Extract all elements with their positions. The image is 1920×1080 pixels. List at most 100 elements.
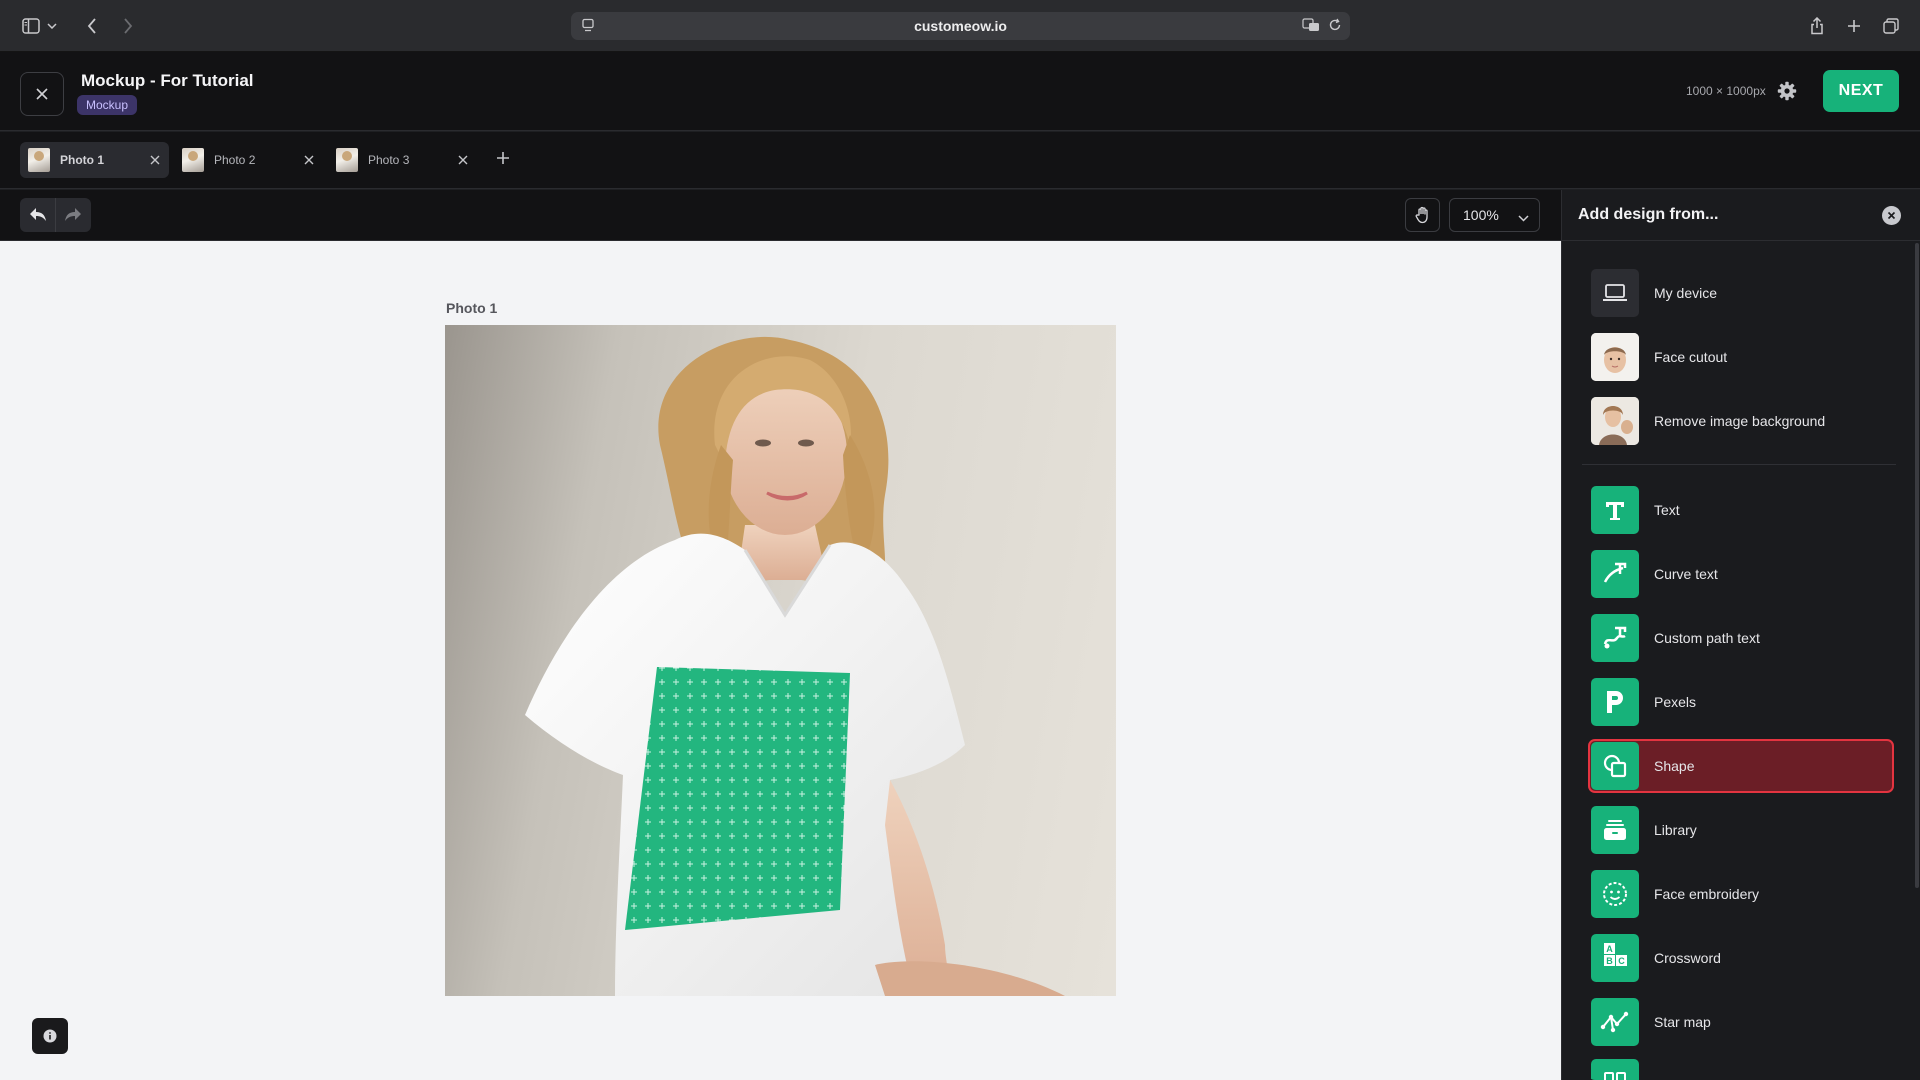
- option-label: Star map: [1654, 1014, 1711, 1030]
- sidebar-toggle-icon[interactable]: [17, 12, 45, 40]
- add-tab-button[interactable]: [496, 151, 510, 170]
- option-curve-text[interactable]: Curve text: [1588, 547, 1894, 601]
- close-icon[interactable]: [149, 153, 161, 171]
- add-design-panel: Add design from... My device Face cutout…: [1561, 190, 1920, 1080]
- curve-text-icon: [1591, 550, 1639, 598]
- panel-title: Add design from...: [1578, 206, 1719, 223]
- new-tab-icon[interactable]: [1840, 12, 1868, 40]
- pexels-icon: [1591, 678, 1639, 726]
- option-remove-background[interactable]: Remove image background: [1588, 394, 1894, 448]
- chevron-down-icon: [1518, 209, 1529, 225]
- url-text: customeow.io: [914, 18, 1007, 34]
- editor-toolbar: 100%: [0, 190, 1561, 241]
- zoom-value: 100%: [1463, 207, 1499, 223]
- tab-thumbnail: [28, 148, 50, 172]
- grid-icon: [1591, 1059, 1639, 1080]
- close-icon: [36, 88, 48, 100]
- tab-label: Photo 1: [60, 153, 104, 167]
- type-badge: Mockup: [77, 95, 138, 115]
- laptop-icon: [1591, 269, 1639, 317]
- crossword-icon: A B C: [1591, 934, 1639, 982]
- path-text-icon: [1591, 614, 1639, 662]
- option-label: Curve text: [1654, 566, 1718, 582]
- option-crossword[interactable]: A B C Crossword: [1588, 931, 1894, 985]
- tab-overview-icon[interactable]: [1877, 12, 1905, 40]
- reload-icon[interactable]: [1328, 18, 1342, 37]
- embroidery-icon: [1591, 870, 1639, 918]
- star-map-icon: [1591, 998, 1639, 1046]
- option-label: Face cutout: [1654, 349, 1728, 365]
- remove-bg-icon: [1591, 397, 1639, 445]
- option-more[interactable]: [1588, 1059, 1894, 1080]
- tab-label: Photo 3: [368, 153, 410, 167]
- option-face-embroidery[interactable]: Face embroidery: [1588, 867, 1894, 921]
- photo-tabs: Photo 1 Photo 2 Photo 3: [0, 132, 1920, 189]
- plus-icon: [497, 152, 509, 164]
- chevron-down-icon[interactable]: [44, 12, 60, 40]
- option-shape[interactable]: Shape: [1588, 739, 1894, 793]
- canvas-area[interactable]: Photo 1: [0, 241, 1561, 1080]
- option-star-map[interactable]: Star map: [1588, 995, 1894, 1049]
- face-cutout-icon: [1591, 333, 1639, 381]
- redo-icon: [65, 208, 81, 221]
- option-library[interactable]: Library: [1588, 803, 1894, 857]
- option-face-cutout[interactable]: Face cutout: [1588, 330, 1894, 384]
- undo-button[interactable]: [20, 198, 55, 232]
- close-panel-button[interactable]: [1882, 206, 1901, 225]
- undo-icon: [29, 208, 46, 221]
- option-pexels[interactable]: Pexels: [1588, 675, 1894, 729]
- tab-thumbnail: [182, 148, 204, 172]
- tab-photo-2[interactable]: Photo 2: [174, 142, 323, 178]
- option-label: Pexels: [1654, 694, 1697, 710]
- app-header: Mockup - For Tutorial Mockup 1000 × 1000…: [0, 52, 1920, 131]
- mockup-photo[interactable]: [445, 325, 1116, 996]
- option-label: Shape: [1654, 758, 1695, 774]
- close-icon[interactable]: [303, 153, 315, 171]
- photo-label: Photo 1: [446, 300, 498, 316]
- option-text[interactable]: Text: [1588, 483, 1894, 537]
- panel-scrollbar[interactable]: [1915, 243, 1919, 888]
- library-icon: [1591, 806, 1639, 854]
- option-my-device[interactable]: My device: [1588, 266, 1894, 320]
- mockup-illustration: [525, 336, 1065, 996]
- text-icon: [1591, 486, 1639, 534]
- browser-toolbar: customeow.io: [0, 0, 1920, 52]
- canvas-size-label: 1000 × 1000px: [1686, 84, 1766, 98]
- option-label: Text: [1654, 502, 1680, 518]
- pan-tool-button[interactable]: [1405, 198, 1440, 232]
- tab-label: Photo 2: [214, 153, 256, 167]
- translate-icon[interactable]: [1302, 18, 1320, 37]
- option-label: Remove image background: [1654, 413, 1826, 429]
- option-custom-path-text[interactable]: Custom path text: [1588, 611, 1894, 665]
- panel-divider: [1582, 464, 1896, 465]
- option-label: Library: [1654, 822, 1697, 838]
- close-icon: [1887, 211, 1896, 220]
- page-title: Mockup - For Tutorial: [81, 71, 254, 90]
- redo-button[interactable]: [55, 198, 90, 232]
- gear-icon[interactable]: [1777, 81, 1797, 106]
- tab-photo-3[interactable]: Photo 3: [328, 142, 477, 178]
- option-label: My device: [1654, 285, 1718, 301]
- zoom-select[interactable]: 100%: [1449, 198, 1540, 232]
- option-label: Face embroidery: [1654, 886, 1760, 902]
- svg-text:C: C: [1618, 956, 1625, 966]
- forward-icon[interactable]: [114, 12, 142, 40]
- next-button[interactable]: NEXT: [1823, 70, 1899, 112]
- close-icon[interactable]: [457, 153, 469, 171]
- site-settings-icon[interactable]: [581, 18, 595, 37]
- option-label: Custom path text: [1654, 630, 1760, 646]
- shape-icon: [1591, 742, 1639, 790]
- info-button[interactable]: [32, 1018, 68, 1054]
- tab-photo-1[interactable]: Photo 1: [20, 142, 169, 178]
- back-icon[interactable]: [78, 12, 106, 40]
- svg-text:B: B: [1606, 956, 1613, 966]
- address-bar[interactable]: customeow.io: [571, 12, 1350, 40]
- hand-icon: [1415, 206, 1428, 224]
- panel-header: Add design from...: [1562, 190, 1920, 241]
- share-icon[interactable]: [1803, 12, 1831, 40]
- history-controls: [20, 198, 91, 232]
- close-editor-button[interactable]: [20, 72, 64, 116]
- svg-text:A: A: [1606, 944, 1613, 954]
- option-label: Crossword: [1654, 950, 1721, 966]
- tab-thumbnail: [336, 148, 358, 172]
